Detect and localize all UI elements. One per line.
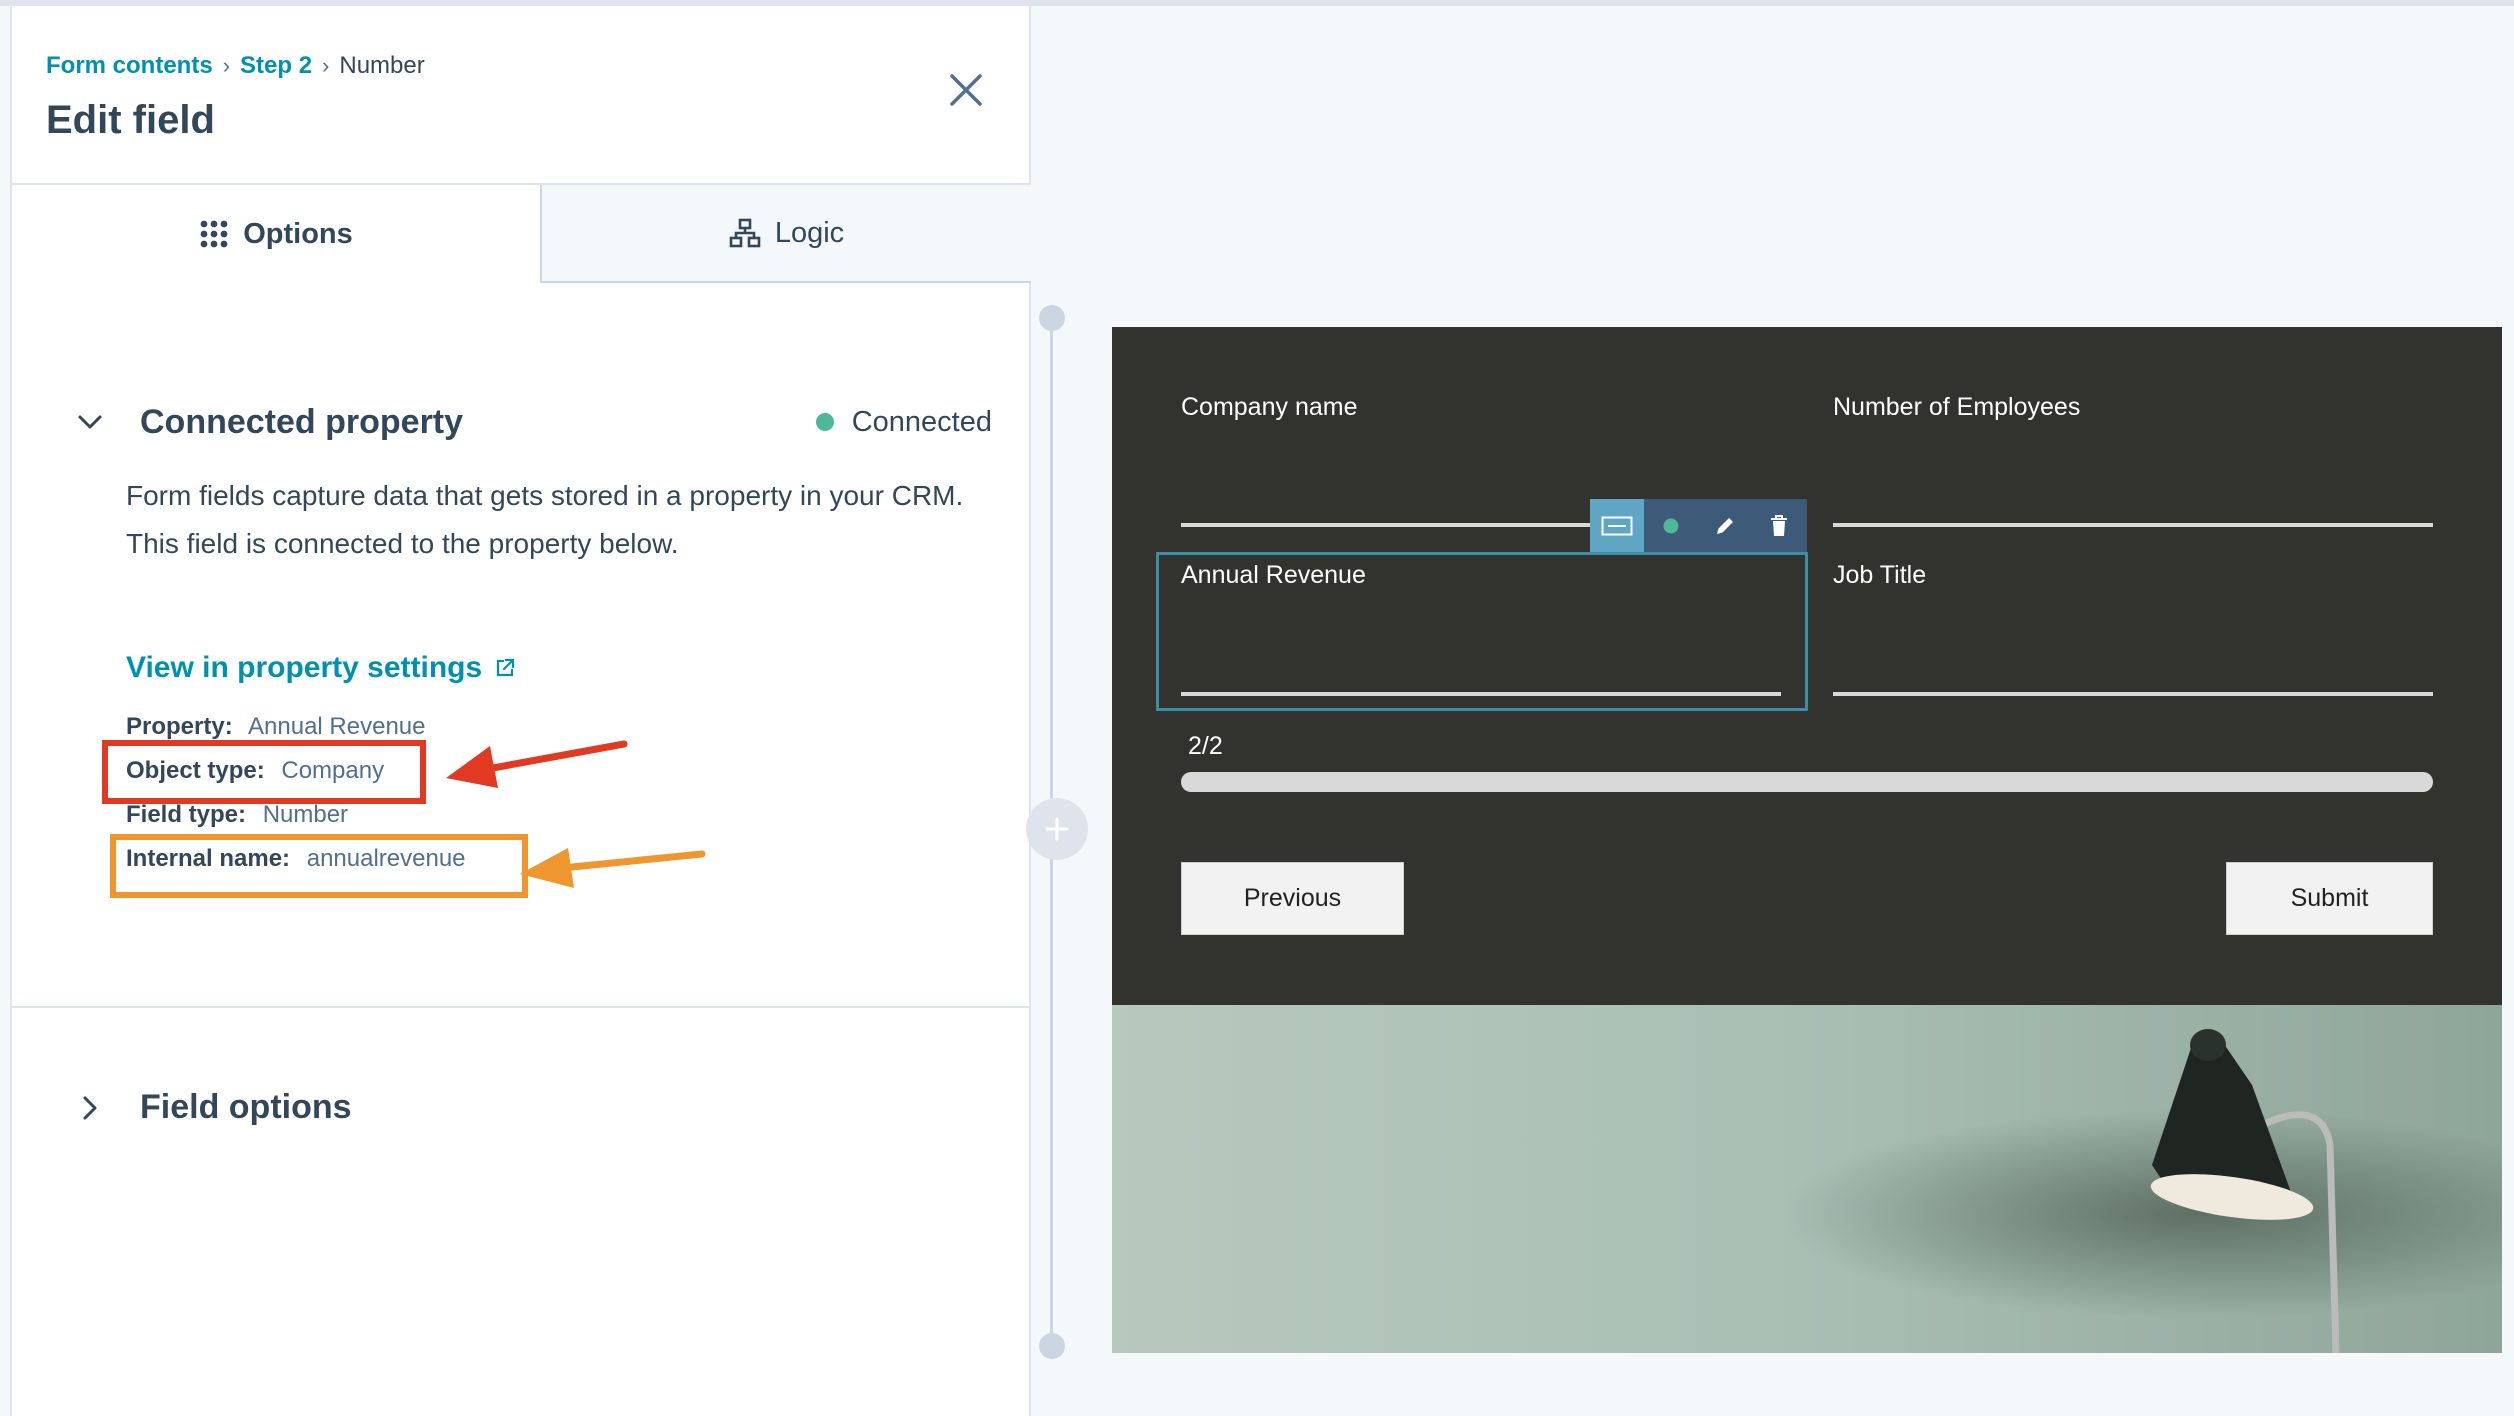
job-title-label: Job Title <box>1833 561 1927 589</box>
rail-start-dot <box>1039 305 1065 331</box>
field-type-label: Field type: <box>126 801 247 828</box>
chevron-right-icon <box>83 1096 97 1119</box>
logic-branch-icon <box>729 218 761 248</box>
toolbar-delete-button[interactable] <box>1752 499 1806 552</box>
lamp-photo-image <box>1112 1005 2502 1353</box>
dot-icon <box>1663 518 1679 533</box>
grid-dots-icon <box>200 220 228 248</box>
connection-status: Connected <box>815 405 992 439</box>
tab-options[interactable]: Options <box>12 185 540 283</box>
add-step-button[interactable] <box>1026 798 1088 860</box>
breadcrumb-separator-icon: › <box>322 53 330 78</box>
property-value: Annual Revenue <box>248 713 426 740</box>
property-description: Form fields capture data that gets store… <box>126 472 986 568</box>
breadcrumb-separator-icon: › <box>222 53 231 78</box>
object-type-highlight-box <box>102 740 426 804</box>
property-detail-row: Property: Annual Revenue <box>126 713 426 741</box>
view-property-settings-link[interactable]: View in property settings <box>126 651 516 685</box>
field-toolbar <box>1590 499 1807 552</box>
field-type-detail-row: Field type: Number <box>126 801 348 829</box>
chevron-down-icon <box>78 415 102 429</box>
company-name-label: Company name <box>1181 393 1358 421</box>
page-indicator: 2/2 <box>1188 732 1223 760</box>
red-arrow-icon <box>446 740 628 788</box>
employees-input[interactable] <box>1833 523 2433 527</box>
tab-logic-label: Logic <box>774 216 845 249</box>
submit-button[interactable]: Submit <box>2226 862 2433 935</box>
field-type-value: Number <box>262 801 349 828</box>
keyboard-icon <box>1601 516 1633 535</box>
rail-end-dot <box>1039 1333 1065 1359</box>
form-preview: Company name Number of Employees Annual … <box>1112 327 2502 1353</box>
breadcrumb-current: Number <box>339 52 425 79</box>
tab-logic[interactable]: Logic <box>540 185 1031 283</box>
annual-revenue-label: Annual Revenue <box>1181 561 1366 589</box>
description-line-1: Form fields capture data that gets store… <box>126 480 964 511</box>
external-link-icon <box>497 658 515 677</box>
field-options-header[interactable]: Field options <box>72 1088 352 1127</box>
previous-button[interactable]: Previous <box>1181 862 1404 935</box>
tab-bar: Options Logic <box>12 185 1031 283</box>
employees-label: Number of Employees <box>1833 393 2081 421</box>
connected-property-title: Connected property <box>140 402 464 441</box>
connected-property-header[interactable]: Connected property Connected <box>72 394 992 450</box>
internal-name-highlight-box <box>110 834 528 898</box>
close-icon[interactable] <box>946 70 986 110</box>
job-title-input[interactable] <box>1833 692 2433 696</box>
connection-status-label: Connected <box>851 405 992 438</box>
app-root: Form contents › Step 2 › Number Edit fie… <box>0 0 2514 1416</box>
form-area: Company name Number of Employees Annual … <box>1112 327 2502 1005</box>
view-property-settings-label: View in property settings <box>126 651 483 684</box>
connected-dot-icon <box>815 413 834 431</box>
page-title: Edit field <box>46 98 215 142</box>
section-divider <box>12 1006 1031 1008</box>
progress-bar <box>1181 772 2433 792</box>
tab-options-label: Options <box>243 217 353 250</box>
toolbar-edit-button[interactable] <box>1698 499 1752 552</box>
toolbar-keyboard-button[interactable] <box>1590 499 1644 552</box>
breadcrumb: Form contents › Step 2 › Number <box>46 52 425 80</box>
pencil-icon <box>1717 517 1733 534</box>
orange-arrow-icon <box>520 848 706 888</box>
annual-revenue-input[interactable] <box>1181 692 1781 696</box>
plus-icon <box>1045 817 1069 841</box>
description-line-2: This field is connected to the property … <box>126 528 679 559</box>
progress-bar-fill <box>1181 772 2433 792</box>
toolbar-status-button[interactable] <box>1644 499 1698 552</box>
edit-field-panel: Form contents › Step 2 › Number Edit fie… <box>10 6 1031 1416</box>
trash-icon <box>1771 514 1787 536</box>
breadcrumb-form-contents[interactable]: Form contents <box>46 52 213 80</box>
property-label: Property: <box>126 713 233 740</box>
field-options-title: Field options <box>140 1088 352 1126</box>
breadcrumb-step[interactable]: Step 2 <box>240 52 312 80</box>
